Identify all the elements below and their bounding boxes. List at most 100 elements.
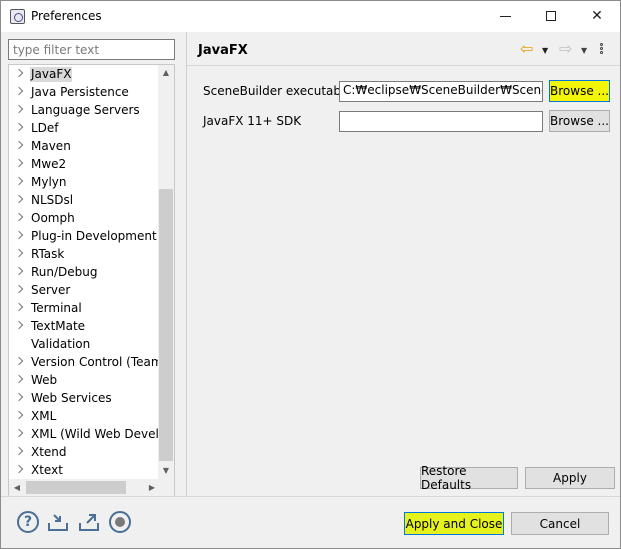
expand-chevron-icon[interactable] bbox=[14, 284, 24, 294]
scroll-up-icon[interactable]: ▲ bbox=[158, 65, 174, 81]
expand-chevron-icon[interactable] bbox=[14, 374, 24, 384]
title-bar: Preferences ✕ bbox=[1, 1, 620, 32]
restore-defaults-button[interactable]: Restore Defaults bbox=[420, 464, 518, 492]
maximize-button[interactable] bbox=[528, 1, 574, 31]
tree-item[interactable]: LDef bbox=[9, 120, 160, 138]
tree-item[interactable]: Plug-in Development bbox=[9, 228, 160, 246]
tree-item-label: TextMate bbox=[31, 319, 86, 333]
sash-divider[interactable] bbox=[186, 32, 187, 496]
tree-item[interactable]: JavaFX bbox=[9, 66, 160, 84]
expand-chevron-icon[interactable] bbox=[14, 68, 24, 78]
tree-item-label: Web Services bbox=[31, 391, 112, 405]
tree-item[interactable]: Version Control (Team) bbox=[9, 354, 167, 372]
tree-item[interactable]: Xtext bbox=[9, 462, 160, 480]
oomph-record-icon[interactable] bbox=[109, 511, 131, 533]
scroll-down-icon[interactable]: ▼ bbox=[158, 463, 174, 479]
tree-item-label: NLSDsl bbox=[31, 193, 74, 207]
tree-item-label: JavaFX bbox=[30, 67, 73, 82]
tree-item[interactable]: RTask bbox=[9, 246, 160, 264]
expand-chevron-icon[interactable] bbox=[14, 140, 24, 150]
preference-tree[interactable]: JavaFX Java Persistence Language Servers LD… bbox=[8, 64, 175, 497]
tree-item-label: Maven bbox=[31, 139, 71, 153]
page-title: JavaFX bbox=[198, 43, 248, 58]
maximize-icon bbox=[546, 11, 556, 21]
expand-chevron-icon[interactable] bbox=[14, 212, 24, 222]
scrollbar-corner bbox=[158, 479, 174, 496]
back-arrow-icon[interactable]: ⇦ bbox=[520, 41, 536, 59]
tree-item-label: Language Servers bbox=[31, 103, 140, 117]
scroll-left-icon[interactable]: ◀ bbox=[9, 479, 25, 496]
page-header-divider bbox=[187, 65, 620, 66]
javafx-sdk-field[interactable] bbox=[339, 111, 543, 132]
minimize-icon bbox=[499, 15, 511, 17]
cancel-button[interactable]: Cancel bbox=[511, 512, 609, 535]
vertical-scroll-thumb[interactable] bbox=[159, 189, 173, 461]
scenebuilder-browse-button[interactable]: Browse ... bbox=[549, 80, 610, 102]
close-button[interactable]: ✕ bbox=[574, 1, 620, 31]
apply-and-close-button[interactable]: Apply and Close bbox=[404, 512, 504, 535]
tree-item-label: Plug-in Development bbox=[31, 229, 157, 243]
tree-item-label: Run/Debug bbox=[31, 265, 98, 279]
tree-item[interactable]: Oomph bbox=[9, 210, 160, 228]
tree-item[interactable]: Mylyn bbox=[9, 174, 160, 192]
tree-item[interactable]: Web bbox=[9, 372, 160, 390]
bottom-divider bbox=[1, 496, 620, 497]
tree-item[interactable]: Web Services bbox=[9, 390, 160, 408]
expand-chevron-icon[interactable] bbox=[14, 356, 24, 366]
tree-item[interactable]: Language Servers bbox=[9, 102, 160, 120]
tree-item[interactable]: Validation bbox=[9, 336, 160, 354]
tree-item-label: Web bbox=[31, 373, 58, 387]
javafx-sdk-browse-button[interactable]: Browse ... bbox=[549, 110, 610, 132]
expand-chevron-icon[interactable] bbox=[14, 194, 24, 204]
tree-item-label: Mwe2 bbox=[31, 157, 67, 171]
window-title: Preferences bbox=[31, 9, 102, 23]
horizontal-scroll-thumb[interactable] bbox=[26, 481, 126, 494]
tree-item[interactable]: TextMate bbox=[9, 318, 160, 336]
forward-dropdown-icon[interactable]: ▼ bbox=[581, 46, 587, 64]
tree-item[interactable]: Maven bbox=[9, 138, 160, 156]
tree-item[interactable]: XML bbox=[9, 408, 160, 426]
expand-chevron-icon[interactable] bbox=[14, 428, 24, 438]
expand-chevron-icon[interactable] bbox=[14, 86, 24, 96]
minimize-button[interactable] bbox=[482, 1, 528, 31]
tree-item[interactable]: Java Persistence bbox=[9, 84, 160, 102]
tree-item[interactable]: Run/Debug bbox=[9, 264, 160, 282]
scenebuilder-path-field[interactable]: C:₩eclipse₩SceneBuilder₩SceneBuilder.exe bbox=[339, 81, 543, 102]
expand-chevron-icon[interactable] bbox=[14, 392, 24, 402]
expand-chevron-icon[interactable] bbox=[14, 302, 24, 312]
tree-item-label: Java Persistence bbox=[31, 85, 129, 99]
tree-item-label: XML (Wild Web Developer) bbox=[31, 427, 175, 441]
tree-item[interactable]: NLSDsl bbox=[9, 192, 160, 210]
tree-item-label: Server bbox=[31, 283, 71, 297]
expand-chevron-icon[interactable] bbox=[14, 230, 24, 240]
apply-button[interactable]: Apply bbox=[525, 467, 615, 489]
expand-chevron-icon[interactable] bbox=[14, 464, 24, 474]
expand-chevron-icon[interactable] bbox=[14, 320, 24, 330]
preferences-window: Preferences ✕ JavaFX Java Persistence Lang… bbox=[0, 0, 621, 549]
tree-item[interactable]: Terminal bbox=[9, 300, 160, 318]
forward-arrow-icon[interactable]: ⇨ bbox=[559, 41, 575, 59]
export-icon[interactable] bbox=[78, 511, 100, 533]
tree-item[interactable]: Xtend bbox=[9, 444, 160, 462]
tree-item[interactable]: Server bbox=[9, 282, 160, 300]
import-icon[interactable] bbox=[47, 511, 69, 533]
expand-chevron-icon[interactable] bbox=[14, 122, 24, 132]
help-icon[interactable]: ? bbox=[17, 511, 39, 533]
tree-horizontal-scrollbar[interactable]: ◀ ▶ bbox=[9, 479, 160, 496]
tree-item[interactable]: Mwe2 bbox=[9, 156, 160, 174]
tree-vertical-scrollbar[interactable]: ▲ ▼ bbox=[158, 65, 174, 479]
view-menu-icon[interactable] bbox=[600, 43, 606, 61]
expand-chevron-icon[interactable] bbox=[14, 266, 24, 276]
tree-item-label: LDef bbox=[31, 121, 59, 135]
expand-chevron-icon[interactable] bbox=[14, 158, 24, 168]
expand-chevron-icon[interactable] bbox=[14, 176, 24, 186]
expand-chevron-icon[interactable] bbox=[14, 410, 24, 420]
tree-item[interactable]: XML (Wild Web Developer) bbox=[9, 426, 174, 444]
expand-chevron-icon[interactable] bbox=[14, 446, 24, 456]
back-dropdown-icon[interactable]: ▼ bbox=[542, 46, 548, 64]
expand-chevron-icon[interactable] bbox=[14, 104, 24, 114]
tree-item-label: Oomph bbox=[31, 211, 75, 225]
filter-input[interactable] bbox=[8, 39, 175, 60]
expand-chevron-icon[interactable] bbox=[14, 248, 24, 258]
scenebuilder-label: SceneBuilder executable bbox=[203, 84, 352, 98]
